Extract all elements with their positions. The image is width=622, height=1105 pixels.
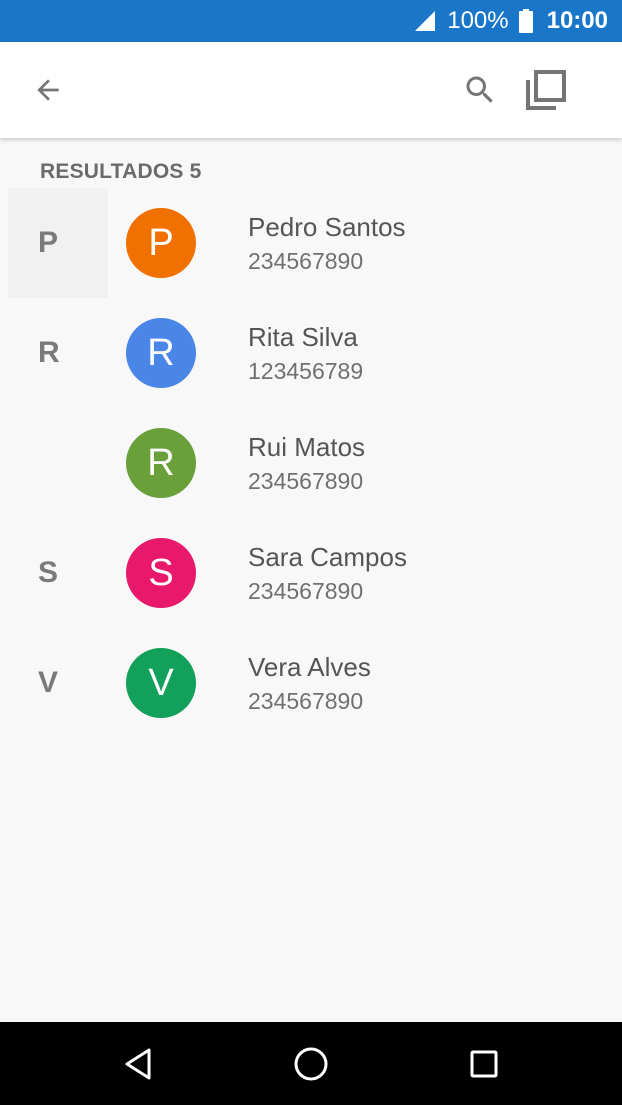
search-button[interactable]: [456, 66, 504, 114]
contact-phone: 234567890: [248, 248, 364, 274]
contact-text: Rui Matos 234567890: [248, 430, 365, 496]
signal-icon: [415, 11, 436, 31]
contact-name: Vera Alves: [248, 652, 371, 682]
contact-phone: 123456789: [248, 358, 364, 384]
contact-text: Vera Alves 234567890: [248, 650, 371, 716]
avatar: P: [126, 208, 196, 278]
contact-name: Sara Campos: [248, 542, 407, 572]
results-label: RESULTADOS: [40, 160, 184, 183]
copy-button[interactable]: [520, 64, 572, 116]
back-arrow-icon: [37, 79, 59, 101]
contact-text: Sara Campos 234567890: [248, 540, 407, 606]
navigation-bar: [0, 1022, 622, 1105]
contact-row[interactable]: V V Vera Alves 234567890: [0, 628, 622, 738]
status-clock: 10:00: [546, 7, 608, 34]
avatar: S: [126, 538, 196, 608]
contact-list: P P Pedro Santos 234567890 R R Rita Silv…: [0, 188, 622, 738]
contact-phone: 234567890: [248, 468, 364, 494]
contact-name: Rita Silva: [248, 322, 358, 352]
contact-name: Pedro Santos: [248, 212, 406, 242]
battery-icon: [518, 9, 533, 33]
section-letter: V: [38, 666, 59, 699]
nav-home-button[interactable]: [289, 1042, 333, 1086]
nav-back-icon: [125, 1048, 151, 1080]
avatar: V: [126, 648, 196, 718]
contact-text: Pedro Santos 234567890: [248, 210, 406, 276]
results-header: RESULTADOS 5: [40, 160, 201, 184]
section-letter: [8, 408, 108, 518]
contact-phone: 234567890: [248, 578, 364, 604]
contact-row[interactable]: R R Rita Silva 123456789: [0, 298, 622, 408]
avatar: R: [126, 318, 196, 388]
section-letter: S: [38, 556, 59, 589]
nav-back-button[interactable]: [117, 1042, 161, 1086]
nav-recents-button[interactable]: [462, 1042, 506, 1086]
contact-text: Rita Silva 123456789: [248, 320, 363, 386]
avatar: R: [126, 428, 196, 498]
search-icon: [466, 76, 493, 103]
copy-icon: [526, 70, 566, 110]
contact-row[interactable]: S S Sara Campos 234567890: [0, 518, 622, 628]
section-letter: R: [38, 336, 60, 369]
contact-row[interactable]: R Rui Matos 234567890: [0, 408, 622, 518]
contact-row[interactable]: P P Pedro Santos 234567890: [0, 188, 622, 298]
back-button[interactable]: [24, 66, 72, 114]
results-count: 5: [189, 160, 202, 183]
status-bar: 100% 10:00: [0, 0, 622, 42]
nav-recents-icon: [470, 1050, 498, 1078]
battery-percent: 100%: [447, 7, 509, 34]
section-letter: P: [8, 188, 108, 298]
nav-home-icon: [294, 1047, 328, 1081]
app-bar: [0, 42, 622, 138]
contact-phone: 234567890: [248, 688, 364, 714]
contact-name: Rui Matos: [248, 432, 366, 462]
